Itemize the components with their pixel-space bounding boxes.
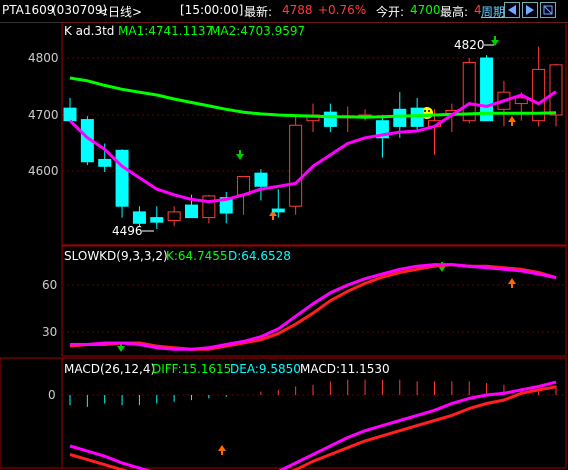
kline-title: K ad.3td <box>64 24 114 38</box>
ma2-readout: MA2:4703.9597 <box>210 24 305 38</box>
kd-d-line <box>69 263 557 351</box>
expand-icon <box>543 5 553 15</box>
candle-up <box>289 124 303 207</box>
candle-up <box>549 64 563 116</box>
macd-left-box <box>0 357 63 469</box>
left-arrow-icon <box>508 5 516 15</box>
candle-down <box>254 172 268 187</box>
candle-up <box>202 195 216 219</box>
macd-dea-readout: DEA:9.5850 <box>230 362 301 376</box>
kd-d-readout: D:64.6528 <box>228 249 291 263</box>
buy-arrow-icon <box>218 445 226 455</box>
buy-arrow-icon <box>508 278 516 288</box>
kd-k-line <box>70 263 557 351</box>
prev-arrow-button[interactable] <box>504 2 520 18</box>
quote-header-bar: PTA1609 (030709) <日线> [15:00:00] 最新: 478… <box>0 0 568 23</box>
y-tick-kd-60: 60 <box>42 278 57 292</box>
macd-value-readout: MACD:11.1530 <box>300 362 390 376</box>
candle-down <box>98 158 112 167</box>
candle-up <box>167 211 181 221</box>
kd-k-readout: K:64.7455 <box>166 249 228 263</box>
y-tick-kd-30: 30 <box>42 325 57 339</box>
sell-arrow-icon <box>236 150 244 160</box>
next-arrow-button[interactable] <box>522 2 538 18</box>
y-tick-4600: 4600 <box>28 164 59 178</box>
candle-down <box>480 57 494 122</box>
right-arrow-icon <box>526 5 534 15</box>
low-annotation: 4496 <box>112 224 143 238</box>
macd-dea-line <box>69 385 557 470</box>
candle-down <box>271 208 285 213</box>
y-tick-macd-0: 0 <box>48 388 56 402</box>
open-label: 今开: <box>376 5 405 19</box>
latest-label: 最新: <box>244 5 273 19</box>
macd-title: MACD(26,12,4) <box>64 362 155 376</box>
y-tick-4700: 4700 <box>28 108 59 122</box>
open-value: 4700 <box>410 3 441 17</box>
kd-title: SLOWKD(9,3,3,2) <box>64 249 168 263</box>
candle-down <box>115 149 129 207</box>
latest-value: 4788 <box>282 3 313 17</box>
time-label: [15:00:00] <box>180 3 244 17</box>
high-label: 最高: <box>440 5 469 19</box>
buy-arrow-icon <box>508 116 516 126</box>
candle-down <box>393 108 407 127</box>
y-tick-4800: 4800 <box>28 51 59 65</box>
high-annotation: 4820 <box>454 38 485 52</box>
candle-down <box>410 107 424 127</box>
candle-down <box>132 211 146 224</box>
week-button[interactable]: 周期 <box>481 3 505 20</box>
chart-area: 4800 4700 4600 60 30 0 K ad.3td MA1:4741… <box>0 22 567 470</box>
change-value: +0.76% <box>318 3 367 17</box>
candle-down <box>185 204 198 219</box>
candle-up <box>462 62 476 122</box>
candle-down <box>150 217 164 223</box>
ma1-readout: MA1:4741.1137 <box>118 24 213 38</box>
period-label[interactable]: <日线> <box>98 3 142 20</box>
macd-diff-readout: DIFF:15.1615 <box>152 362 231 376</box>
symbol-label: PTA1609 <box>2 3 55 17</box>
candle-down <box>63 107 77 122</box>
candle-down <box>323 111 337 127</box>
expand-button[interactable] <box>540 2 556 18</box>
